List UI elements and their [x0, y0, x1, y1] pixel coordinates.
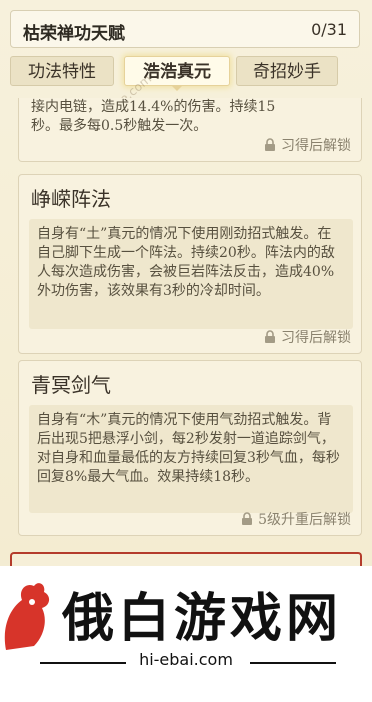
talent-card[interactable]: 青冥剑气 自身有“木”真元的情况下使用气劲招式触发。背后出现5把悬浮小剑，每2秒… — [18, 360, 362, 536]
tab-qizhao-miaoshou[interactable]: 奇招妙手 — [236, 56, 338, 86]
unlock-text: 5级升重后解锁 — [258, 512, 351, 528]
divider — [250, 662, 336, 664]
panel-header: 枯荣禅功天赋 0/31 — [10, 10, 360, 48]
talent-point-count: 0/31 — [311, 20, 347, 39]
unlock-text: 习得后解锁 — [281, 138, 351, 154]
watermark-url: hi-ebai.com — [139, 650, 233, 669]
talent-card[interactable]: 峥嵘阵法 自身有“土”真元的情况下使用刚劲招式触发。在自己脚下生成一个阵法。持续… — [18, 174, 362, 354]
lock-icon — [263, 138, 277, 152]
talent-panel: 枯荣禅功天赋 0/31 功法特性 浩浩真元 奇招妙手 www.hackhome.… — [0, 0, 372, 566]
unlock-status: 5级升重后解锁 — [240, 509, 351, 529]
desc-line: 接内电链，造成14.4%的伤害。持续15 — [31, 99, 276, 115]
active-tab-pointer — [171, 85, 183, 91]
desc-line: 秒。最多每0.5秒触发一次。 — [31, 118, 208, 134]
talent-name: 峥嵘阵法 — [31, 187, 111, 211]
unlock-status: 习得后解锁 — [263, 135, 351, 155]
lock-icon — [240, 512, 254, 526]
talent-name: 青冥剑气 — [31, 373, 111, 397]
lock-icon — [263, 330, 277, 344]
page-title: 枯荣禅功天赋 — [23, 24, 125, 44]
unlock-status: 习得后解锁 — [263, 327, 351, 347]
tab-bar: 功法特性 浩浩真元 奇招妙手 — [10, 54, 360, 91]
unlock-text: 习得后解锁 — [281, 330, 351, 346]
watermark-brand: 俄白游戏网 — [62, 589, 343, 649]
talent-description: 自身有“土”真元的情况下使用刚劲招式触发。在自己脚下生成一个阵法。持续20秒。阵… — [29, 219, 353, 329]
talent-description-partial: 接内电链，造成14.4%的伤害。持续15 秒。最多每0.5秒触发一次。 — [31, 98, 353, 136]
talent-card-next-selected[interactable] — [10, 552, 362, 566]
talent-card-partial[interactable]: 接内电链，造成14.4%的伤害。持续15 秒。最多每0.5秒触发一次。 习得后解… — [18, 98, 362, 162]
talent-description: 自身有“木”真元的情况下使用气劲招式触发。背后出现5把悬浮小剑，每2秒发射一道追… — [29, 405, 353, 513]
watermark-banner: 俄白游戏网 hi-ebai.com — [0, 566, 372, 702]
tab-gongfa-texing[interactable]: 功法特性 — [10, 56, 114, 86]
